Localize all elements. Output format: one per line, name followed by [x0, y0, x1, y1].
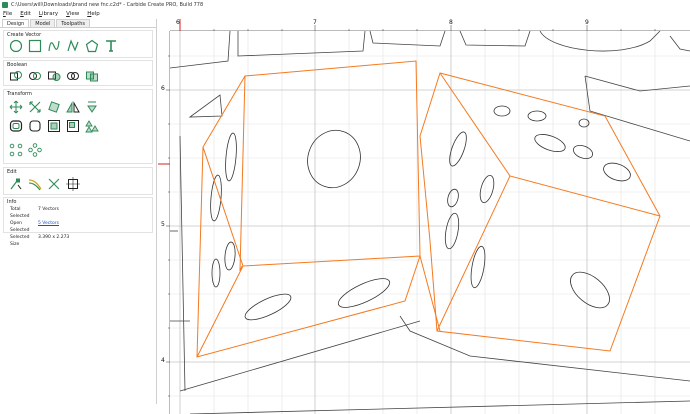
app-window: C:\Users\will\Downloads\brand new fnc.c2… — [0, 0, 690, 414]
title-bar: C:\Users\will\Downloads\brand new fnc.c2… — [0, 0, 690, 9]
bounding-box-icon[interactable] — [66, 177, 80, 191]
mirror-icon[interactable] — [66, 100, 80, 114]
menu-help[interactable]: Help — [87, 11, 100, 17]
ruler-left-label-6: 6 — [161, 85, 165, 92]
selected-vectors — [196, 60, 661, 358]
design-panel: Design Model Toolpaths Create Vector Boo… — [0, 19, 157, 404]
menu-edit[interactable]: Edit — [20, 11, 31, 17]
node-edit-icon[interactable] — [9, 177, 23, 191]
menu-view[interactable]: View — [66, 11, 79, 17]
info-selected-size: Selected Size 3.390 x 2.273 — [4, 234, 152, 248]
menu-file[interactable]: File — [3, 11, 12, 17]
tab-design[interactable]: Design — [2, 19, 30, 27]
inset-icon[interactable] — [47, 119, 61, 133]
ruler-top-label-7: 7 — [313, 19, 317, 26]
weld-icon[interactable] — [85, 69, 99, 83]
ruler-top-label-6: 6 — [176, 19, 180, 26]
status-bar — [0, 404, 158, 414]
circle-icon[interactable] — [9, 39, 23, 53]
ruler-top-label-8: 8 — [449, 19, 453, 26]
section-title-create-vector: Create Vector — [7, 32, 42, 38]
info-selected-size-value: 3.390 x 2.273 — [38, 235, 70, 240]
dice-pips — [210, 105, 631, 321]
cut-icon[interactable] — [47, 177, 61, 191]
ruler-vertical: 6 5 4 — [158, 31, 170, 414]
section-title-transform: Transform — [7, 91, 32, 97]
info-open-selected-label: Open Selected — [10, 221, 30, 233]
transform-tools-row3 — [9, 143, 47, 157]
array-icon[interactable] — [85, 119, 99, 133]
intersect-icon[interactable] — [66, 69, 80, 83]
group-icon[interactable] — [66, 119, 80, 133]
info-open-selected-link[interactable]: 5 Vectors — [38, 220, 59, 234]
subtract-icon[interactable] — [47, 69, 61, 83]
menu-bar: File Edit Library View Help — [0, 9, 690, 19]
tab-toolpaths[interactable]: Toolpaths — [56, 19, 90, 27]
boolean-tools — [9, 69, 104, 83]
edit-tools — [9, 177, 85, 191]
transform-tools-row2 — [9, 119, 104, 133]
design-canvas[interactable]: 6 7 8 9 6 5 4 — [158, 19, 690, 414]
offset-icon[interactable] — [9, 119, 23, 133]
ruler-horizontal: 6 7 8 9 — [170, 19, 690, 31]
union-icon[interactable] — [28, 69, 42, 83]
info-total-selected-value: 7 Vectors — [38, 207, 59, 212]
join-icon[interactable] — [9, 69, 23, 83]
section-title-info: Info — [7, 199, 17, 205]
info-total-selected-label: Total Selected — [10, 207, 30, 219]
transform-tools-row1 — [9, 100, 104, 114]
polygon-icon[interactable] — [85, 39, 99, 53]
grid-lines — [170, 31, 690, 414]
menu-library[interactable]: Library — [39, 11, 58, 17]
info-section: Info Total Selected 7 Vectors Open Selec… — [3, 197, 153, 247]
rectangle-icon[interactable] — [28, 39, 42, 53]
ruler-top-label-9: 9 — [585, 19, 589, 26]
rectangular-array-icon[interactable] — [28, 143, 42, 157]
app-icon — [2, 1, 8, 8]
text-icon[interactable] — [104, 39, 118, 53]
info-selected-size-label: Selected Size — [10, 235, 30, 247]
curve-icon[interactable] — [47, 39, 61, 53]
scale-icon[interactable] — [28, 100, 42, 114]
section-title-boolean: Boolean — [7, 62, 28, 68]
window-title: C:\Users\will\Downloads\brand new fnc.c2… — [11, 1, 204, 8]
rotate-icon[interactable] — [47, 100, 61, 114]
fillet-icon[interactable] — [28, 119, 42, 133]
info-total-selected: Total Selected 7 Vectors — [4, 206, 152, 220]
move-icon[interactable] — [9, 100, 23, 114]
panel-tabs: Design Model Toolpaths — [0, 19, 156, 28]
ruler-left-label-5: 5 — [161, 221, 165, 228]
circular-array-icon[interactable] — [9, 143, 23, 157]
tab-model[interactable]: Model — [30, 19, 56, 27]
align-icon[interactable] — [85, 100, 99, 114]
section-title-edit: Edit — [7, 169, 17, 175]
trim-icon[interactable] — [28, 177, 42, 191]
drawing-surface[interactable] — [170, 31, 690, 414]
info-open-selected: Open Selected 5 Vectors — [4, 220, 152, 234]
create-vector-tools — [9, 39, 123, 53]
ruler-left-label-4: 4 — [161, 357, 165, 364]
polyline-icon[interactable] — [66, 39, 80, 53]
